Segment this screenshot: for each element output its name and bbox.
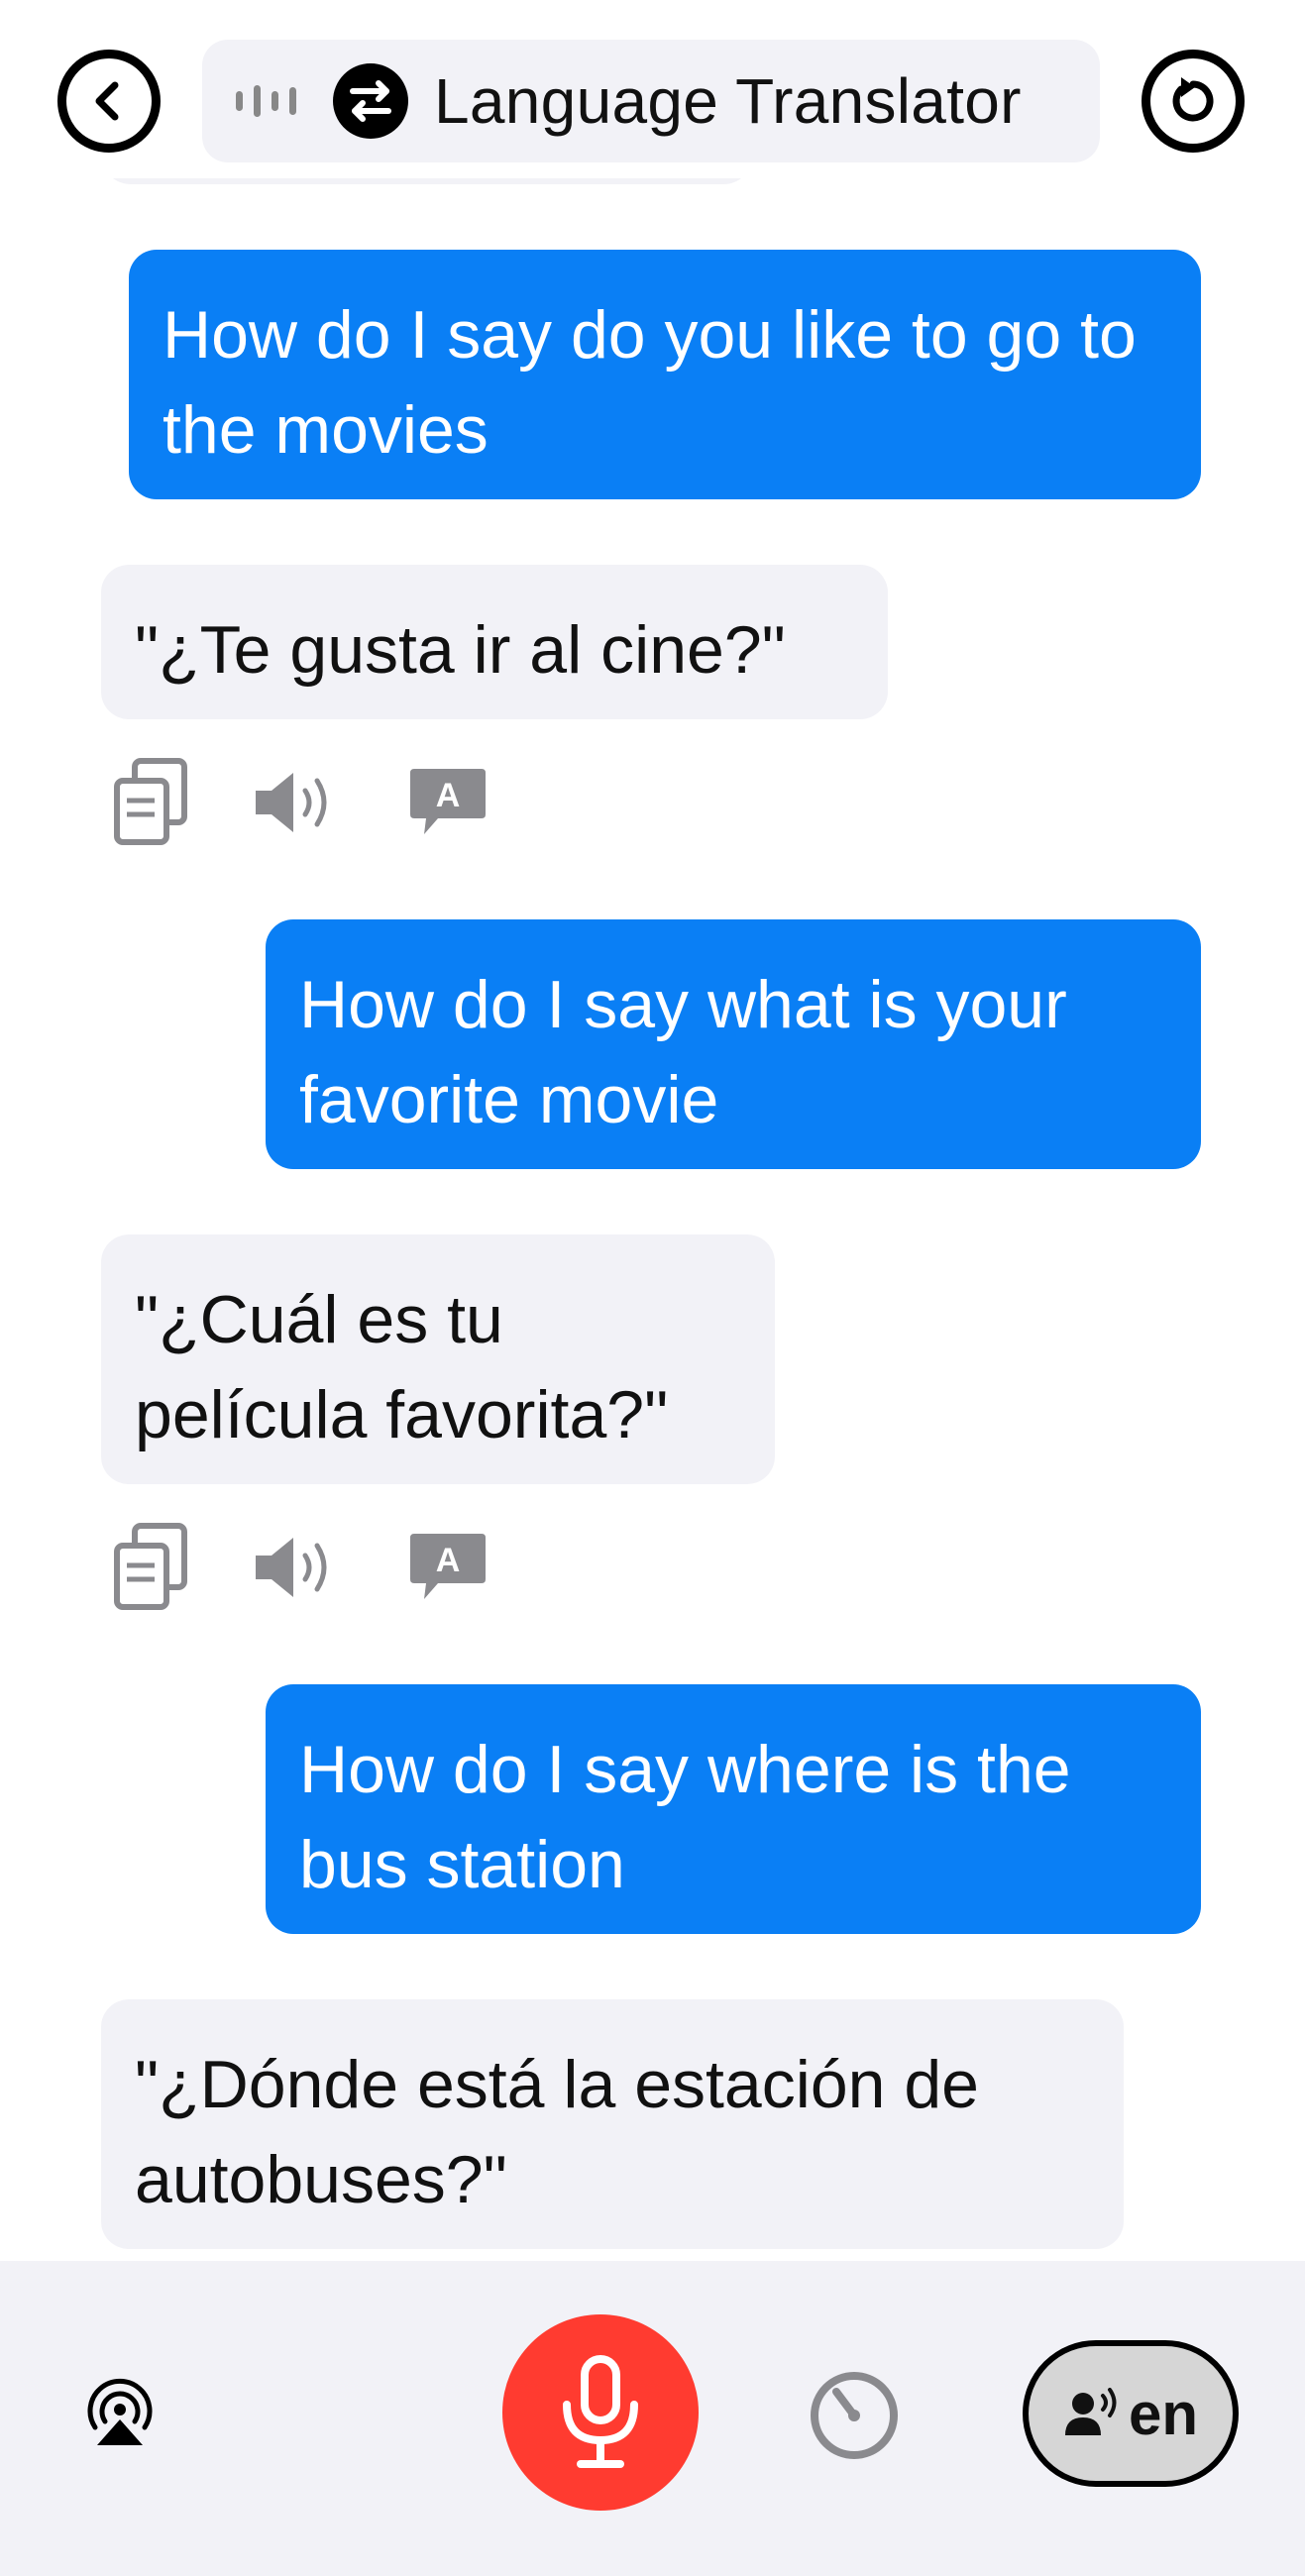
user-message-bubble[interactable]: How do I say where is the bus station — [266, 1684, 1201, 1934]
timer-icon[interactable] — [805, 2364, 904, 2463]
microphone-icon — [563, 2355, 638, 2468]
header-bar: Language Translator — [0, 0, 1305, 178]
translate-label: A — [436, 1542, 461, 1579]
message-actions: A — [103, 1520, 519, 1619]
swap-arrows-icon — [333, 63, 408, 139]
speak-button[interactable] — [248, 755, 343, 850]
assistant-message-bubble[interactable]: "¿Cuál es tu película favorita?" — [101, 1234, 775, 1484]
refresh-icon — [1172, 77, 1214, 122]
language-toggle-button[interactable]: en — [1023, 2340, 1239, 2487]
speak-button[interactable] — [248, 1520, 343, 1615]
chevron-left-icon — [95, 81, 119, 121]
user-message-bubble[interactable]: How do I say do you like to go to the mo… — [129, 250, 1201, 499]
speaker-icon — [256, 1538, 327, 1597]
copy-button[interactable] — [103, 1520, 198, 1615]
translate-bubble-icon: A — [410, 1534, 486, 1599]
language-code: en — [1128, 2380, 1199, 2447]
airplay-icon[interactable] — [83, 2376, 157, 2449]
microphone-button[interactable] — [502, 2314, 699, 2511]
title-pill[interactable]: Language Translator — [202, 40, 1100, 162]
translate-label: A — [436, 777, 461, 814]
speaker-icon — [256, 773, 327, 832]
translate-bubble-icon: A — [410, 769, 486, 834]
bottom-toolbar: en — [0, 2261, 1305, 2576]
back-button[interactable] — [57, 50, 161, 153]
message-actions: A — [103, 755, 519, 854]
page-title: Language Translator — [434, 65, 1022, 137]
copy-icon — [114, 1523, 187, 1610]
waveform-icon — [236, 85, 296, 117]
reset-button[interactable] — [1142, 50, 1245, 153]
user-message-bubble[interactable]: How do I say what is your favorite movie — [266, 919, 1201, 1169]
speaking-person-icon — [1064, 2388, 1117, 2435]
copy-icon — [114, 758, 187, 845]
translate-button[interactable]: A — [400, 755, 495, 850]
translate-button[interactable]: A — [400, 1520, 495, 1615]
copy-button[interactable] — [103, 755, 198, 850]
assistant-message-bubble[interactable]: "¿Te gusta ir al cine?" — [101, 565, 888, 719]
assistant-message-bubble[interactable]: "¿Dónde está la estación de autobuses?" — [101, 1999, 1124, 2249]
